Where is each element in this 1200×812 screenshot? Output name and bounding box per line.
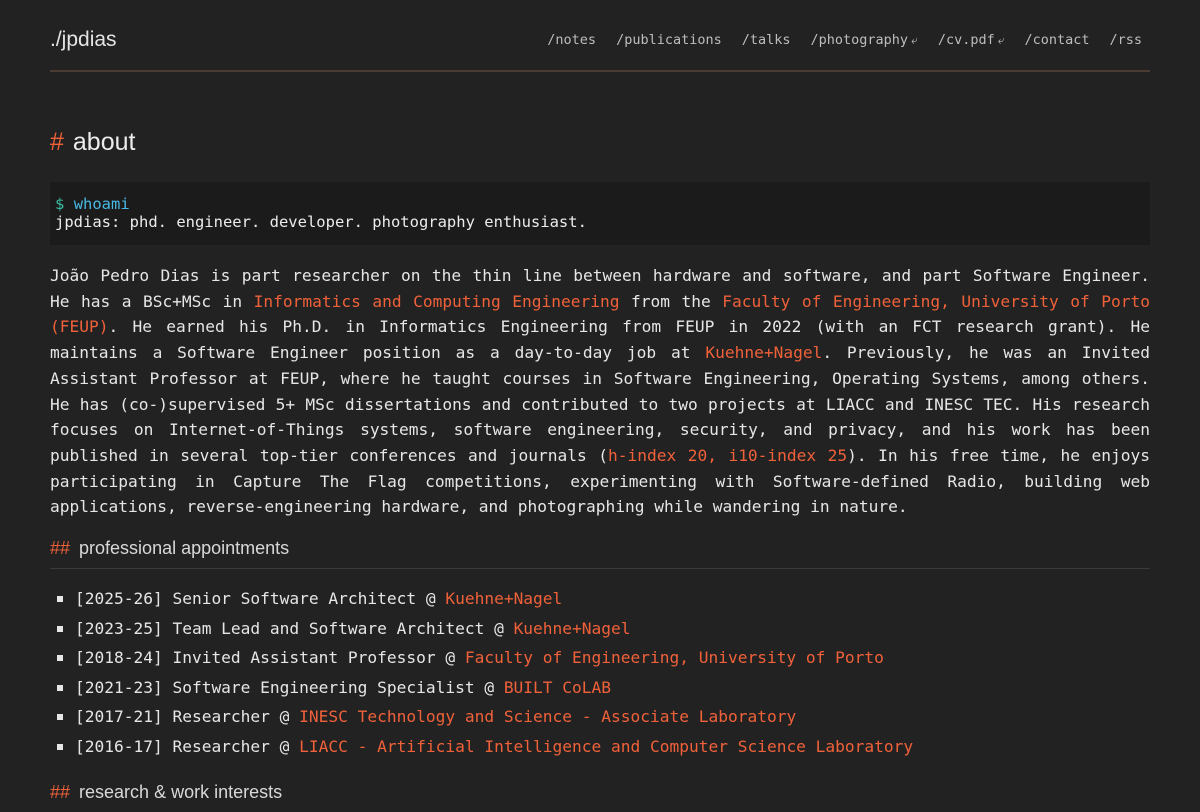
- heading-hash: ##: [50, 781, 71, 802]
- org-link[interactable]: INESC Technology and Science - Associate…: [299, 707, 796, 726]
- main-nav: /notes /publications /talks /photography…: [547, 32, 1142, 48]
- bullet-square: [57, 655, 63, 662]
- nav-cv[interactable]: /cv.pdf ⤶: [938, 32, 1005, 48]
- terminal-output: jpdias: phd. engineer. developer. photog…: [55, 213, 587, 231]
- list-item: [2025-26] Senior Software Architect @ Ku…: [50, 584, 1150, 614]
- nav-contact[interactable]: /contact: [1024, 32, 1089, 48]
- link-h-index[interactable]: h-index 20, i10-index 25: [608, 446, 847, 465]
- org-link[interactable]: Faculty of Engineering, University of Po…: [465, 648, 884, 667]
- about-heading: # about: [50, 128, 136, 156]
- bullet-square: [57, 596, 63, 603]
- org-link[interactable]: LIACC - Artificial Intelligence and Comp…: [299, 737, 913, 756]
- link-informatics-engineering[interactable]: Informatics and Computing Engineering: [254, 292, 620, 311]
- site-title-link[interactable]: ./jpdias: [50, 28, 117, 52]
- appointments-heading: ## professional appointments: [50, 537, 1150, 570]
- heading-hash: ##: [50, 538, 71, 559]
- interests-heading: ## research & work interests: [50, 781, 283, 802]
- link-kuehne-nagel[interactable]: Kuehne+Nagel: [705, 343, 822, 362]
- external-link-icon: ⤶: [997, 33, 1005, 47]
- list-item: [2017-21] Researcher @ INESC Technology …: [50, 702, 1150, 732]
- external-link-icon: ⤶: [911, 33, 918, 47]
- org-link[interactable]: BUILT CoLAB: [504, 678, 611, 697]
- org-link[interactable]: Kuehne+Nagel: [514, 619, 631, 638]
- site-header: ./jpdias /notes /publications /talks /ph…: [50, 0, 1150, 72]
- terminal-prompt: $: [55, 195, 65, 213]
- bullet-square: [57, 684, 63, 691]
- terminal-command-line: $ whoami: [55, 195, 1145, 213]
- list-item: [2018-24] Invited Assistant Professor @ …: [50, 643, 1150, 673]
- bio-paragraph: João Pedro Dias is part researcher on th…: [50, 266, 1150, 517]
- bullet-square: [57, 744, 63, 750]
- whoami-terminal: $ whoami jpdias: phd. engineer. develope…: [50, 182, 1150, 245]
- nav-notes[interactable]: /notes: [547, 32, 596, 48]
- nav-publications[interactable]: /publications: [616, 32, 722, 48]
- terminal-command: whoami: [73, 195, 130, 213]
- nav-rss[interactable]: /rss: [1109, 32, 1142, 48]
- nav-photography[interactable]: /photography ⤶: [811, 32, 918, 48]
- bullet-square: [57, 714, 63, 721]
- list-item: [2023-25] Team Lead and Software Archite…: [50, 614, 1150, 644]
- list-item: [2016-17] Researcher @ LIACC - Artificia…: [50, 732, 1150, 762]
- bullet-square: [57, 625, 63, 632]
- page: ./jpdias /notes /publications /talks /ph…: [50, 0, 1150, 812]
- nav-talks[interactable]: /talks: [742, 32, 791, 48]
- appointments-list: [2025-26] Senior Software Architect @ Ku…: [50, 584, 1150, 762]
- list-item: [2021-23] Software Engineering Specialis…: [50, 673, 1150, 703]
- org-link[interactable]: Kuehne+Nagel: [445, 589, 562, 608]
- heading-hash: #: [50, 128, 64, 156]
